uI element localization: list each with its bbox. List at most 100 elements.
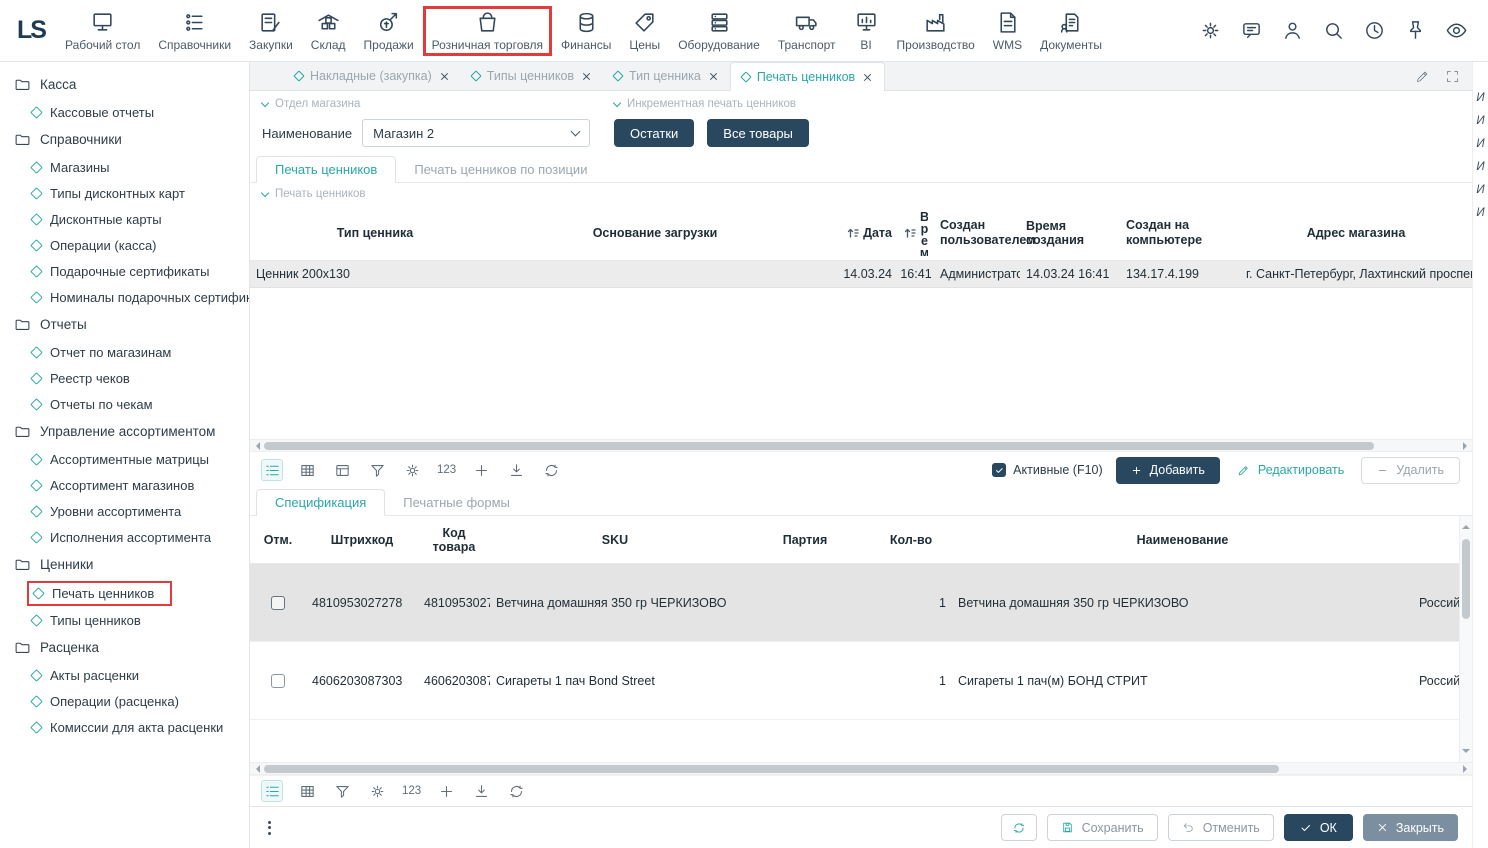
sidebar-item-pechat-cennikov[interactable]: Печать ценников (10, 579, 249, 607)
sidebar-folder-otchety[interactable]: Отчеты (10, 310, 249, 339)
user-icon[interactable] (1281, 19, 1304, 42)
ok-button[interactable]: ОК (1284, 814, 1353, 841)
col-created-by[interactable]: Создан пользователем (934, 216, 1020, 249)
export-icon[interactable] (506, 460, 526, 480)
topnav-finance[interactable]: Финансы (552, 6, 620, 56)
sort-icon[interactable] (904, 227, 916, 239)
refresh-icon[interactable] (541, 460, 561, 480)
view-table-icon[interactable] (297, 781, 317, 801)
filter-icon[interactable] (332, 781, 352, 801)
dock-tab[interactable]: И (1476, 184, 1484, 196)
tab-print-forms[interactable]: Печатные формы (385, 490, 528, 515)
scroll-right-icon[interactable] (1458, 440, 1472, 451)
sidebar-item-ispolneniya-assortimenta[interactable]: Исполнения ассортимента (10, 524, 249, 550)
view-tab-print[interactable]: Печать ценников (256, 156, 396, 183)
sidebar-item-akty-rascenki[interactable]: Акты расценки (10, 662, 249, 688)
edit-button[interactable]: Редактировать (1233, 463, 1348, 477)
add-button[interactable]: Добавить (1116, 457, 1220, 484)
sidebar-item-magaziny[interactable]: Магазины (10, 154, 249, 180)
col-address[interactable]: Адрес магазина (1240, 224, 1472, 242)
view-list-icon[interactable] (262, 460, 282, 480)
col-date[interactable]: Дата (810, 224, 898, 242)
all-goods-button[interactable]: Все товары (707, 119, 809, 147)
view-card-icon[interactable] (332, 460, 352, 480)
incremental-section-header[interactable]: Инкрементная печать ценников (614, 98, 809, 110)
delete-button[interactable]: Удалить (1361, 457, 1460, 484)
topnav-wms[interactable]: WMS (984, 6, 1031, 56)
active-filter-checkbox[interactable]: Активные (F10) (992, 463, 1102, 477)
expand-icon[interactable] (1445, 69, 1460, 84)
scroll-right-icon[interactable] (1458, 763, 1472, 774)
edit-pencil-icon[interactable] (1415, 69, 1430, 84)
col-time[interactable]: Время (898, 208, 934, 258)
scroll-up-icon[interactable] (1462, 521, 1470, 529)
sidebar-folder-spravochniki[interactable]: Справочники (10, 125, 249, 154)
topnav-production[interactable]: Производство (888, 6, 984, 56)
dock-tab[interactable]: И (1476, 92, 1484, 104)
sidebar-folder-cenniki[interactable]: Ценники (10, 550, 249, 579)
topnav-sales[interactable]: Продажи (355, 6, 423, 56)
sidebar-folder-upravlenie-assortimentom[interactable]: Управление ассортиментом (10, 417, 249, 446)
eye-icon[interactable] (1445, 19, 1468, 42)
topnav-warehouse[interactable]: Склад (302, 6, 355, 56)
numbers-toggle[interactable]: 123 (437, 464, 456, 476)
checkbox-checked-icon[interactable] (992, 463, 1006, 477)
store-select[interactable]: Магазин 2 (362, 119, 590, 147)
scroll-left-icon[interactable] (250, 440, 264, 451)
dock-tab[interactable]: И (1476, 138, 1484, 150)
sidebar-folder-kassa[interactable]: Касса (10, 70, 249, 99)
topnav-directories[interactable]: Справочники (149, 6, 240, 56)
sort-icon[interactable] (847, 227, 859, 239)
sidebar-item-operacii-rascenka[interactable]: Операции (расценка) (10, 688, 249, 714)
sidebar-item-komissii-dlya-akta-rascenki[interactable]: Комиссии для акта расценки (10, 714, 249, 740)
col-type[interactable]: Тип ценника (250, 224, 500, 242)
plus-icon[interactable] (471, 460, 491, 480)
row-checkbox[interactable] (271, 596, 285, 610)
col-code[interactable]: Код товара (418, 524, 490, 556)
sidebar-item-otchety-po-chekam[interactable]: Отчеты по чекам (10, 391, 249, 417)
cancel-button[interactable]: Отменить (1168, 814, 1274, 841)
scroll-down-icon[interactable] (1462, 749, 1470, 757)
group-header[interactable]: Печать ценников (250, 183, 1472, 205)
close-icon[interactable] (862, 72, 873, 83)
topnav-desktop[interactable]: Рабочий стол (56, 6, 149, 56)
topnav-prices[interactable]: Цены (620, 6, 669, 56)
tab-nakladnye-zakupka[interactable]: Накладные (закупка) (284, 62, 461, 90)
dock-tab[interactable]: И (1476, 207, 1484, 219)
view-list-icon[interactable] (262, 781, 282, 801)
sidebar-item-reestr-chekov[interactable]: Реестр чеков (10, 365, 249, 391)
vertical-scrollbar[interactable] (1459, 516, 1472, 762)
plus-icon[interactable] (436, 781, 456, 801)
col-country[interactable] (1413, 538, 1459, 542)
col-created-at[interactable]: Время создания (1020, 217, 1120, 249)
settings-icon[interactable] (1199, 19, 1222, 42)
topnav-transport[interactable]: Транспорт (769, 6, 845, 56)
sidebar-item-urovni-assortimenta[interactable]: Уровни ассортимента (10, 498, 249, 524)
more-options-icon[interactable] (264, 817, 275, 839)
sidebar-folder-rascenka[interactable]: Расценка (10, 633, 249, 662)
col-basis[interactable]: Основание загрузки (500, 224, 810, 242)
horizontal-scrollbar[interactable] (250, 762, 1472, 775)
col-sku[interactable]: SKU (490, 531, 740, 549)
rest-button[interactable]: Остатки (614, 119, 694, 147)
sidebar-item-podarochnye-sertifikaty[interactable]: Подарочные сертификаты (10, 258, 249, 284)
scrollbar-thumb[interactable] (1462, 539, 1470, 619)
tab-pechat-cennikov[interactable]: Печать ценников (730, 62, 885, 91)
refresh-button[interactable] (1001, 814, 1037, 841)
filter-icon[interactable] (367, 460, 387, 480)
topnav-equipment[interactable]: Оборудование (669, 6, 769, 56)
save-button[interactable]: Сохранить (1047, 814, 1158, 841)
col-mark[interactable]: Отм. (250, 531, 306, 549)
close-icon[interactable] (439, 71, 450, 82)
sidebar-item-assortimentnye-matricy[interactable]: Ассортиментные матрицы (10, 446, 249, 472)
scroll-left-icon[interactable] (250, 763, 264, 774)
sidebar-item-kassovye-otchety[interactable]: Кассовые отчеты (10, 99, 249, 125)
sidebar-item-tipy-diskontnyh-kart[interactable]: Типы дисконтных карт (10, 180, 249, 206)
col-batch[interactable]: Партия (740, 531, 870, 549)
settings-icon[interactable] (367, 781, 387, 801)
scrollbar-thumb[interactable] (264, 765, 1279, 773)
table-row[interactable]: 4810953027278 4810953027278 Ветчина дома… (250, 564, 1472, 642)
table-row[interactable]: 4606203087303 4606203087303 Сигареты 1 п… (250, 642, 1472, 720)
col-barcode[interactable]: Штрихкод (306, 531, 418, 549)
sidebar-item-assortiment-magazinov[interactable]: Ассортимент магазинов (10, 472, 249, 498)
